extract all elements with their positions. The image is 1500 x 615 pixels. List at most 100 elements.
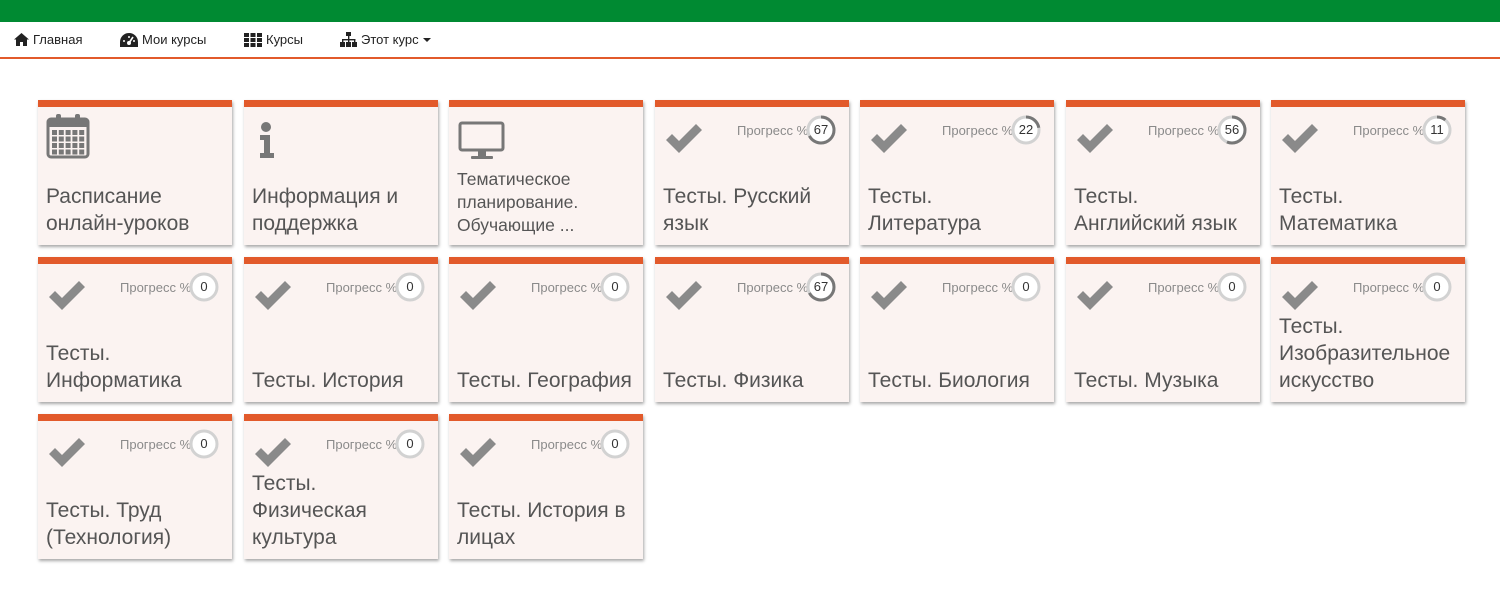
course-title-text: Расписание онлайн-уроков xyxy=(46,185,190,235)
nav-this-course[interactable]: Этот курс xyxy=(340,22,431,57)
progress-label: Прогресс % xyxy=(942,280,1014,295)
progress-ring: 0 xyxy=(394,271,426,303)
course-title[interactable]: Расписание онлайн-уроков xyxy=(46,147,226,237)
course-tile[interactable]: Прогресс % 0 Тесты. Музыка xyxy=(1066,257,1260,402)
course-title[interactable]: Информация и поддержка xyxy=(252,147,432,237)
progress-value: 56 xyxy=(1224,122,1240,137)
course-title[interactable]: Тесты. Изобразительное искусство xyxy=(1279,304,1459,394)
course-title[interactable]: Тесты. Физика xyxy=(663,304,843,394)
nav-home-label: Главная xyxy=(33,32,83,47)
course-tile[interactable]: Прогресс % 56 Тесты. Английский язык xyxy=(1066,100,1260,245)
grid-icon xyxy=(244,32,262,47)
progress-label: Прогресс % xyxy=(1353,280,1425,295)
course-title[interactable]: Тесты. Информатика xyxy=(46,304,226,394)
progress-value: 0 xyxy=(406,436,414,451)
course-tile[interactable]: Прогресс % 0 Тесты. Изобразительное искусс… xyxy=(1271,257,1465,402)
progress-label: Прогресс % xyxy=(120,437,192,452)
course-title-text: Тесты. Математика xyxy=(1279,185,1398,235)
progress-ring: 0 xyxy=(394,428,426,460)
course-tile[interactable]: Прогресс % 0 Тесты. География xyxy=(449,257,643,402)
course-tile[interactable]: Прогресс % 67 Тесты. Физика xyxy=(655,257,849,402)
course-title-text: Тесты. Русский язык xyxy=(663,185,812,235)
home-icon xyxy=(14,33,29,46)
nav-courses[interactable]: Курсы xyxy=(244,22,303,57)
progress-value: 67 xyxy=(813,279,829,294)
course-title-text: Тесты. Биология xyxy=(868,369,1030,392)
course-title[interactable]: Тесты. Русский язык xyxy=(663,147,843,237)
course-title-text: Тесты. Литература xyxy=(868,185,981,235)
course-title[interactable]: Тесты. Биология xyxy=(868,304,1048,394)
course-title[interactable]: Тесты. Музыка xyxy=(1074,304,1254,394)
progress-value: 11 xyxy=(1430,122,1444,137)
dashboard-icon xyxy=(120,32,138,47)
progress-value: 0 xyxy=(1228,279,1236,294)
course-title-text: Тематическое планирование. Обучающие ... xyxy=(457,169,579,235)
course-title-text: Тесты. Изобразительное искусство xyxy=(1279,315,1451,392)
course-title[interactable]: Тесты. Литература xyxy=(868,147,1048,237)
course-title[interactable]: Тесты. Математика xyxy=(1279,147,1459,237)
progress-ring: 11 xyxy=(1421,114,1453,146)
course-tile[interactable]: Прогресс % 0 Тесты. История в лицах xyxy=(449,414,643,559)
course-title-text: Тесты. Физика xyxy=(663,369,804,392)
nav-home[interactable]: Главная xyxy=(14,22,82,57)
nav-this-course-label: Этот курс xyxy=(361,32,419,47)
progress-label: Прогресс % xyxy=(531,280,603,295)
progress-label: Прогресс % xyxy=(737,280,809,295)
progress-ring: 0 xyxy=(1421,271,1453,303)
progress-ring: 0 xyxy=(1010,271,1042,303)
progress-label: Прогресс % xyxy=(942,123,1014,138)
progress-ring: 0 xyxy=(599,271,631,303)
course-tile[interactable]: Прогресс % 11 Тесты. Математика xyxy=(1271,100,1465,245)
course-title-text: Тесты. Музыка xyxy=(1074,369,1219,392)
progress-value: 0 xyxy=(1022,279,1030,294)
course-tile[interactable]: Прогресс % 0 Тесты. Информатика xyxy=(38,257,232,402)
sitemap-icon xyxy=(340,32,357,47)
course-title[interactable]: Тесты. Английский язык xyxy=(1074,147,1254,237)
course-title-text: Тесты. Информатика xyxy=(46,342,182,392)
course-title-text: Тесты. Физическая культура xyxy=(252,472,367,549)
progress-value: 0 xyxy=(200,279,208,294)
progress-label: Прогресс % xyxy=(1353,123,1425,138)
course-tile[interactable]: Прогресс % 0 Тесты. Труд (Технология) xyxy=(38,414,232,559)
progress-ring: 67 xyxy=(805,114,837,146)
progress-ring: 0 xyxy=(188,271,220,303)
course-title[interactable]: Тематическое планирование. Обучающие ... xyxy=(457,147,637,237)
course-title-text: Тесты. География xyxy=(457,369,632,392)
course-title[interactable]: Тесты. История xyxy=(252,304,432,394)
course-tile[interactable]: Прогресс % 0 Тесты. Биология xyxy=(860,257,1054,402)
progress-label: Прогресс % xyxy=(120,280,192,295)
progress-value: 0 xyxy=(611,436,619,451)
course-tile[interactable]: Тематическое планирование. Обучающие ... xyxy=(449,100,643,245)
course-title[interactable]: Тесты. Физическая культура xyxy=(252,461,432,551)
course-tile[interactable]: Расписание онлайн-уроков xyxy=(38,100,232,245)
progress-label: Прогресс % xyxy=(326,437,398,452)
progress-label: Прогресс % xyxy=(531,437,603,452)
progress-value: 22 xyxy=(1018,122,1034,137)
navbar: Главная Мои курсы Курсы Этот курс xyxy=(0,22,1500,59)
progress-value: 0 xyxy=(1433,279,1441,294)
course-title-text: Тесты. Труд (Технология) xyxy=(46,499,172,549)
progress-value: 67 xyxy=(813,122,829,137)
course-title[interactable]: Тесты. Труд (Технология) xyxy=(46,461,226,551)
course-title[interactable]: Тесты. История в лицах xyxy=(457,461,637,551)
nav-my-courses-label: Мои курсы xyxy=(142,32,207,47)
course-tile[interactable]: Прогресс % 22 Тесты. Литература xyxy=(860,100,1054,245)
course-title[interactable]: Тесты. География xyxy=(457,304,637,394)
progress-label: Прогресс % xyxy=(1148,280,1220,295)
progress-ring: 22 xyxy=(1010,114,1042,146)
top-bar xyxy=(0,0,1500,22)
nav-courses-label: Курсы xyxy=(266,32,304,47)
course-tile[interactable]: Прогресс % 0 Тесты. История xyxy=(244,257,438,402)
progress-label: Прогресс % xyxy=(737,123,809,138)
progress-value: 0 xyxy=(200,436,208,451)
progress-ring: 0 xyxy=(1216,271,1248,303)
progress-value: 0 xyxy=(611,279,619,294)
nav-my-courses[interactable]: Мои курсы xyxy=(120,22,206,57)
progress-ring: 0 xyxy=(188,428,220,460)
progress-ring: 56 xyxy=(1216,114,1248,146)
course-title-text: Информация и поддержка xyxy=(252,185,399,235)
course-tile[interactable]: Информация и поддержка xyxy=(244,100,438,245)
course-tile[interactable]: Прогресс % 67 Тесты. Русский язык xyxy=(655,100,849,245)
progress-ring: 0 xyxy=(599,428,631,460)
course-tile[interactable]: Прогресс % 0 Тесты. Физическая культура xyxy=(244,414,438,559)
